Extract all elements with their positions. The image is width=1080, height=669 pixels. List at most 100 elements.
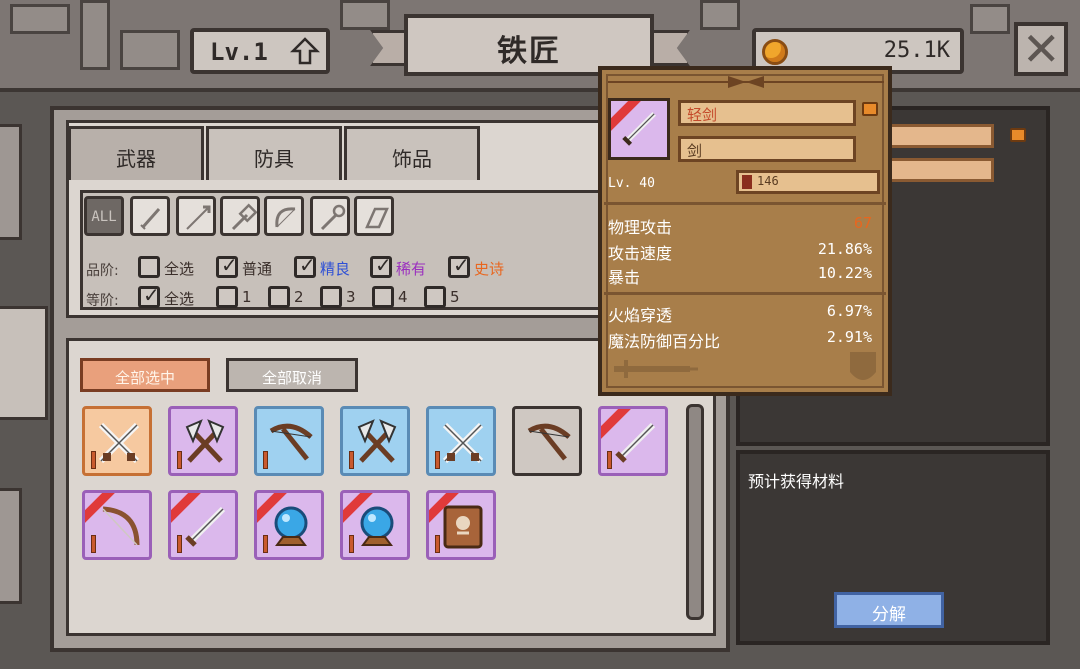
inventory-slot-selected[interactable] bbox=[598, 406, 668, 476]
tooltip-item-icon bbox=[608, 98, 670, 160]
inventory-slot[interactable] bbox=[254, 490, 324, 560]
side-tab-active[interactable] bbox=[0, 306, 48, 420]
filter-all-button[interactable]: ALL bbox=[84, 196, 124, 236]
grade-1-checkbox[interactable] bbox=[216, 286, 238, 308]
item-level: Lv. 40 bbox=[608, 176, 655, 191]
sword-icon bbox=[622, 111, 657, 146]
tab-armor[interactable]: 防具 bbox=[206, 126, 342, 180]
grade-2-label: 2 bbox=[294, 288, 304, 306]
filter-spear-button[interactable] bbox=[176, 196, 216, 236]
filter-staff-button[interactable] bbox=[310, 196, 350, 236]
player-level-label: Lv.1 bbox=[210, 38, 268, 66]
inventory-slot[interactable] bbox=[340, 490, 410, 560]
inventory-slot[interactable] bbox=[168, 490, 238, 560]
page-title: 铁匠 bbox=[497, 34, 561, 69]
gold-amount: 25.1K bbox=[883, 38, 950, 63]
inventory-slot[interactable] bbox=[340, 406, 410, 476]
grade-marker bbox=[349, 451, 354, 469]
ornament-icon bbox=[608, 76, 884, 88]
level-up-arrow-icon[interactable] bbox=[290, 36, 320, 66]
bonus-stat-label: 火焰穿透 bbox=[608, 306, 673, 325]
quality-rare-checkbox[interactable]: ✓ bbox=[370, 253, 392, 278]
spear-icon bbox=[186, 205, 211, 230]
materials-title: 预计获得材料 bbox=[748, 472, 845, 491]
stat-value: 10.22% bbox=[817, 264, 872, 282]
orb-icon bbox=[274, 506, 308, 546]
grade-marker bbox=[91, 535, 96, 553]
bow-icon bbox=[102, 506, 140, 546]
grade-marker bbox=[263, 451, 268, 469]
deselect-all-button[interactable]: 全部取消 bbox=[226, 358, 358, 392]
grade-all-label: 全选 bbox=[164, 290, 195, 308]
crossed-axes-icon bbox=[357, 419, 397, 463]
grade-4-checkbox[interactable] bbox=[372, 286, 394, 308]
orb-icon bbox=[360, 506, 394, 546]
grade-4-label: 4 bbox=[398, 288, 408, 306]
check-icon: ✓ bbox=[299, 253, 316, 277]
filter-shield-button[interactable] bbox=[354, 196, 394, 236]
unlock-icon[interactable] bbox=[1010, 128, 1026, 142]
quality-rare-label: 稀有 bbox=[396, 260, 427, 278]
inventory-scrollbar[interactable] bbox=[686, 404, 704, 620]
inventory-slot[interactable] bbox=[82, 490, 152, 560]
filter-hammer-button[interactable] bbox=[220, 196, 260, 236]
grade-all-checkbox[interactable]: ✓ bbox=[138, 283, 160, 308]
dagger-icon bbox=[140, 208, 161, 230]
divider bbox=[604, 292, 886, 295]
close-icon: ✕ bbox=[1022, 22, 1061, 76]
stone-tile bbox=[970, 4, 1010, 34]
quality-fine-checkbox[interactable]: ✓ bbox=[294, 253, 316, 278]
quality-all-label: 全选 bbox=[164, 260, 195, 278]
grade-marker bbox=[607, 451, 612, 469]
crossed-swords-icon bbox=[98, 422, 140, 464]
quality-common-checkbox[interactable]: ✓ bbox=[216, 253, 238, 278]
filter-dagger-button[interactable] bbox=[130, 196, 170, 236]
side-tab[interactable] bbox=[0, 124, 22, 240]
grade-3-label: 3 bbox=[346, 288, 356, 306]
stone-tile bbox=[340, 0, 390, 30]
quality-epic-checkbox[interactable]: ✓ bbox=[448, 253, 470, 278]
inventory-slot[interactable] bbox=[82, 406, 152, 476]
grade-5-checkbox[interactable] bbox=[424, 286, 446, 308]
bonus-stat-value: 6.97% bbox=[826, 302, 872, 320]
side-tab[interactable] bbox=[0, 488, 22, 604]
grade-2-checkbox[interactable] bbox=[268, 286, 290, 308]
close-button[interactable]: ✕ bbox=[1014, 22, 1068, 76]
unlock-icon[interactable] bbox=[862, 102, 878, 116]
decompose-button[interactable]: 分解 bbox=[834, 592, 944, 628]
staff-icon bbox=[320, 204, 346, 231]
item-name: 轻剑 bbox=[678, 100, 856, 126]
select-all-button[interactable]: 全部选中 bbox=[80, 358, 210, 392]
stone-tile bbox=[80, 0, 110, 70]
power-icon bbox=[742, 175, 752, 189]
tab-weapons[interactable]: 武器 bbox=[68, 126, 204, 180]
stat-value: 21.86% bbox=[817, 240, 872, 258]
check-icon: ✓ bbox=[221, 253, 238, 277]
item-power: 146 bbox=[757, 174, 779, 188]
item-power-bar: 146 bbox=[736, 170, 880, 194]
grade-3-checkbox[interactable] bbox=[320, 286, 342, 308]
grade-5-label: 5 bbox=[450, 288, 460, 306]
inventory-slot[interactable] bbox=[426, 490, 496, 560]
quality-common-label: 普通 bbox=[242, 260, 273, 278]
inventory-slot[interactable] bbox=[426, 406, 496, 476]
sword-icon bbox=[185, 506, 226, 547]
grade-marker bbox=[349, 535, 354, 553]
quality-epic-label: 史诗 bbox=[474, 260, 505, 278]
inventory-slot[interactable] bbox=[254, 406, 324, 476]
grade-marker bbox=[435, 451, 440, 469]
grade-marker bbox=[177, 535, 182, 553]
filter-bow-button[interactable] bbox=[264, 196, 304, 236]
stat-label: 攻击速度 bbox=[608, 244, 673, 263]
stat-value: 67 bbox=[853, 214, 872, 232]
quality-all-checkbox[interactable] bbox=[138, 256, 160, 278]
tab-accessories[interactable]: 饰品 bbox=[344, 126, 480, 180]
filter-all-label: ALL bbox=[91, 209, 117, 225]
hammer-icon bbox=[231, 203, 257, 231]
sword-icon bbox=[615, 422, 656, 463]
quality-fine-label: 精良 bbox=[320, 260, 351, 278]
inventory-slot[interactable] bbox=[512, 406, 582, 476]
inventory-slot[interactable] bbox=[168, 406, 238, 476]
stone-tile bbox=[700, 0, 740, 30]
stat-label: 物理攻击 bbox=[608, 218, 673, 237]
